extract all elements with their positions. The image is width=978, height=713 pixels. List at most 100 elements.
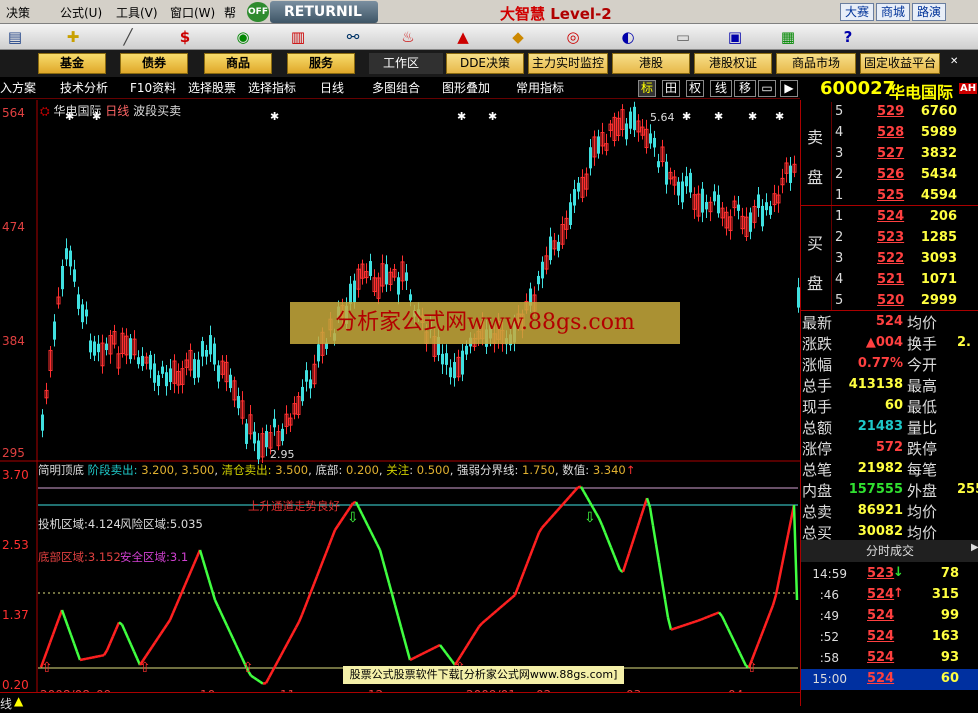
oscillator-segment xyxy=(42,650,49,660)
document-icon[interactable]: ▭ xyxy=(670,27,696,47)
download-footnote[interactable]: 股票公式股票软件下载[分析家公式网www.88gs.com] xyxy=(343,666,624,684)
tick-row[interactable]: :46 524 ↑ 315 xyxy=(801,585,978,606)
tick-row[interactable]: 15:00 524 60 xyxy=(801,669,978,690)
sell-row[interactable]: 1 525 4594 xyxy=(801,186,978,207)
returnil-off-icon[interactable]: OFF xyxy=(247,2,269,22)
bond-button[interactable]: 债券 xyxy=(120,53,188,74)
commodity-button[interactable]: 商品 xyxy=(204,53,272,74)
mall-button[interactable]: 商城 xyxy=(876,3,911,21)
sell-row[interactable]: 5 529 6760 xyxy=(801,102,978,123)
main-monitor-button[interactable]: 主力实时监控 xyxy=(528,53,608,74)
tick-row[interactable]: :52 524 163 xyxy=(801,627,978,648)
oscillator-segment xyxy=(439,644,444,650)
ah-badge[interactable]: AH xyxy=(959,83,978,94)
oscillator-segment xyxy=(285,637,292,645)
tick-row[interactable]: 14:59 523 ↓ 78 xyxy=(801,564,978,585)
rights-toggle[interactable]: 权 xyxy=(686,80,704,97)
daily-menu[interactable]: 日线 xyxy=(320,80,344,97)
keyboard-icon[interactable]: ▤ xyxy=(2,27,28,47)
buy-arrow-icon: ⇧ xyxy=(746,660,758,676)
move-toggle[interactable]: 移 xyxy=(734,80,756,97)
quote-label-right: 最高 xyxy=(907,377,938,395)
hk-warrant-button[interactable]: 港股权证 xyxy=(694,53,772,74)
param-clear-sell-val: 3.500 xyxy=(275,463,309,477)
plan-menu[interactable]: 入方案 xyxy=(0,80,36,97)
signal-marker: ✱ xyxy=(682,110,691,123)
hk-stock-button[interactable]: 港股 xyxy=(612,53,690,74)
oscillator-segment xyxy=(753,643,760,653)
dde-button[interactable]: DDE决策 xyxy=(446,53,524,74)
dollar-icon[interactable]: $ xyxy=(172,27,198,47)
overlay-menu[interactable]: 图形叠加 xyxy=(442,80,490,97)
service-button[interactable]: 服务 xyxy=(287,53,355,74)
planet-icon[interactable]: ◐ xyxy=(615,27,641,47)
buy-row[interactable]: 3 522 3093 xyxy=(801,249,978,270)
cross-icon[interactable]: ✚ xyxy=(60,27,86,47)
buy-level: 2 xyxy=(835,230,844,245)
menu-window[interactable]: 窗口(W) xyxy=(170,4,215,21)
select-stock-button[interactable]: 选择股票 xyxy=(188,80,236,97)
commodity-market-button[interactable]: 商品市场 xyxy=(776,53,856,74)
line-toggle[interactable]: 线 xyxy=(710,80,732,97)
chart-toolbar: 入方案 技术分析 F10资料 选择股票 选择指标 日线 多图组合 图形叠加 常用… xyxy=(0,78,800,99)
menu-formula[interactable]: 公式(U) xyxy=(60,4,102,21)
ruler-icon[interactable]: ╱ xyxy=(115,27,141,47)
tick-row[interactable]: :58 524 93 xyxy=(801,648,978,669)
candle-body xyxy=(549,236,552,261)
buy-row[interactable]: 4 521 1071 xyxy=(801,270,978,291)
play-icon[interactable]: ▶ xyxy=(780,80,798,97)
oscillator-segment xyxy=(324,544,331,554)
multi-chart-menu[interactable]: 多图组合 xyxy=(372,80,420,97)
oscillator-segment xyxy=(207,579,214,591)
candle-body xyxy=(353,280,356,303)
sell-row[interactable]: 4 528 5989 xyxy=(801,123,978,144)
window-mode-icon[interactable]: ▭ xyxy=(758,80,776,97)
buy-row[interactable]: 1 524 206 xyxy=(801,207,978,228)
bars-icon[interactable]: ▥ xyxy=(285,27,311,47)
menu-help[interactable]: 帮 xyxy=(224,4,236,21)
select-indicator-button[interactable]: 选择指标 xyxy=(248,80,296,97)
triangle-icon[interactable]: ▲ xyxy=(14,694,23,708)
fund-button[interactable]: 基金 xyxy=(38,53,106,74)
help-icon[interactable]: ? xyxy=(835,27,861,47)
quote-value: ▲004 xyxy=(865,335,903,350)
sell-row[interactable]: 3 527 3832 xyxy=(801,144,978,165)
oscillator-segment xyxy=(153,637,160,644)
quote-label-right: 今开 xyxy=(907,356,938,374)
sell-row[interactable]: 2 526 5434 xyxy=(801,165,978,186)
kline-chart[interactable]: ✱✱✱✱✱✱✱✱✱ ⇧⇧⇧⇧⇧⇩⇩ ⛭ 华电国际 日线 波段买卖 564 474… xyxy=(0,100,800,706)
buy-row[interactable]: 2 523 1285 xyxy=(801,228,978,249)
glasses-icon[interactable]: ◉ xyxy=(230,27,256,47)
mark-toggle[interactable]: 标 xyxy=(638,80,656,97)
workarea-dropdown[interactable]: 工作区 xyxy=(369,53,443,74)
returnil-banner: RETURNIL xyxy=(270,1,378,23)
f10-button[interactable]: F10资料 xyxy=(130,80,176,97)
close-icon[interactable]: ✕ xyxy=(950,56,958,67)
buy-row[interactable]: 5 520 2999 xyxy=(801,291,978,312)
chart-settings-icon[interactable]: ⛭ xyxy=(40,104,50,118)
ticks-header[interactable]: 分时成交 xyxy=(801,540,978,562)
tick-row[interactable]: :49 524 99 xyxy=(801,606,978,627)
oscillator-segment xyxy=(547,516,552,522)
scroll-right-icon[interactable]: ▶ xyxy=(971,542,978,553)
menu-tools[interactable]: 工具(V) xyxy=(116,4,158,21)
chart-up-icon[interactable]: ▲ xyxy=(450,27,476,47)
binoculars-icon[interactable]: ⚯ xyxy=(340,27,366,47)
tech-analysis-menu[interactable]: 技术分析 xyxy=(60,80,108,97)
quote-label: 内盘 xyxy=(802,482,833,500)
roadshow-button[interactable]: 路演 xyxy=(912,3,947,21)
oscillator-segment xyxy=(369,531,376,539)
fixed-income-button[interactable]: 固定收益平台 xyxy=(860,53,940,74)
common-indicator-menu[interactable]: 常用指标 xyxy=(516,80,564,97)
books-icon[interactable]: ▦ xyxy=(775,27,801,47)
globe-icon[interactable]: ◎ xyxy=(560,27,586,47)
contest-button[interactable]: 大赛 xyxy=(840,3,875,21)
diamond-icon[interactable]: ◆ xyxy=(505,27,531,47)
alarm-icon[interactable]: ♨ xyxy=(395,27,421,47)
menu-decision[interactable]: 决策 xyxy=(6,4,30,21)
oscillator-segment xyxy=(168,612,175,621)
window-icon[interactable]: ▣ xyxy=(722,27,748,47)
oscillator-segment xyxy=(615,562,622,571)
tick-price: 524 xyxy=(867,608,895,623)
grid-toggle[interactable]: 田 xyxy=(662,80,680,97)
